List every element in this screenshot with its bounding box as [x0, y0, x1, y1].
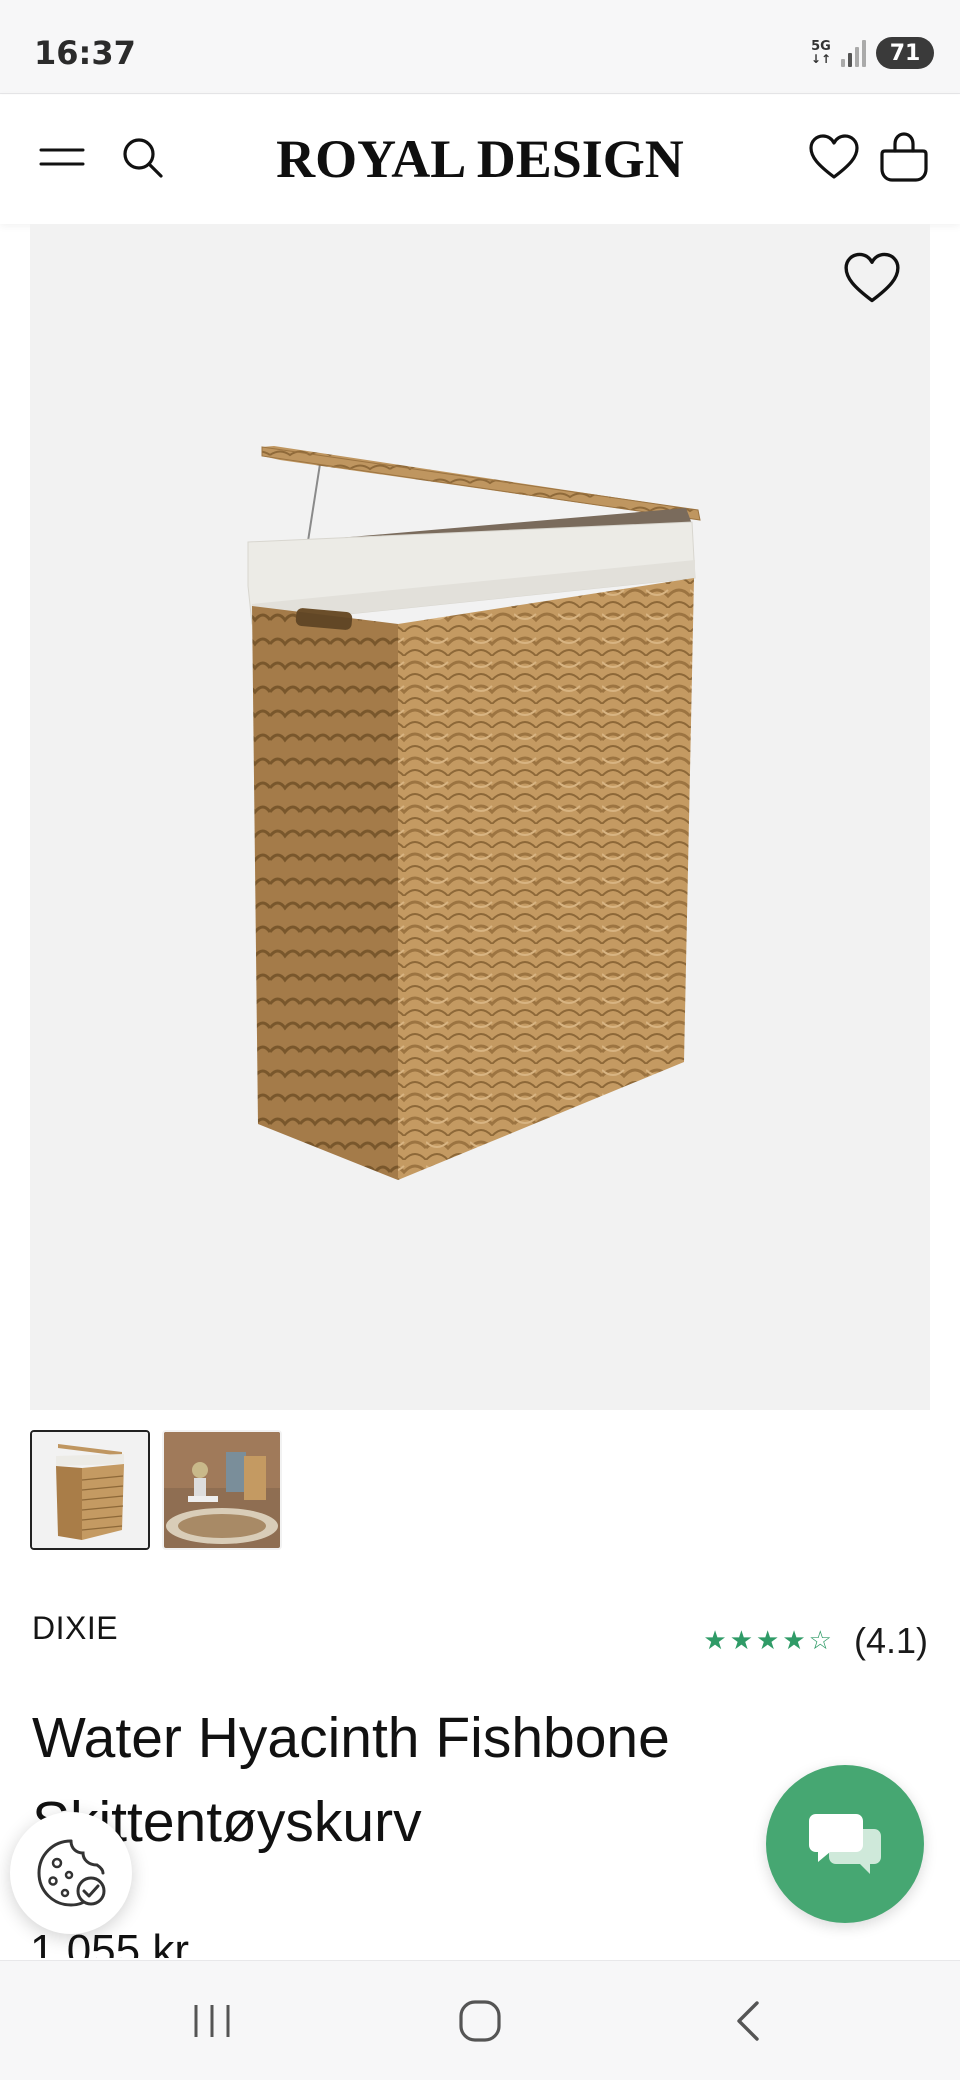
rating-stars: ★ ★ ★ ★ ☆	[703, 1626, 832, 1656]
add-to-wishlist-button[interactable]	[836, 242, 908, 314]
rating-value: (4.1)	[853, 1620, 928, 1661]
network-indicator: 5G ↓↑	[810, 40, 831, 66]
back-icon	[737, 2001, 759, 2041]
star-filled-icon: ★	[729, 1626, 754, 1656]
chat-button[interactable]	[766, 1765, 924, 1923]
site-header: ROYAL DESIGN	[0, 95, 960, 224]
status-icons: 5G ↓↑ 71	[811, 36, 934, 70]
laundry-basket-thumbnail	[32, 1432, 148, 1548]
recent-apps-icon	[194, 2005, 230, 2037]
star-filled-icon: ★	[756, 1626, 780, 1656]
star-filled-icon: ★	[703, 1626, 727, 1656]
network-arrows: ↓↑	[810, 52, 831, 66]
heart-icon	[809, 134, 859, 179]
star-filled-icon: ★	[782, 1626, 806, 1656]
product-image-main[interactable]	[30, 224, 930, 1410]
laundry-basket-image	[247, 446, 701, 1180]
status-time: 16:37	[34, 34, 136, 72]
product-brand[interactable]: DIXIE	[32, 1610, 118, 1647]
bag-icon	[880, 132, 928, 182]
heart-icon	[844, 252, 900, 303]
star-empty-icon: ☆	[808, 1626, 832, 1656]
back-button[interactable]	[700, 1985, 796, 2057]
status-bar: 16:37 5G ↓↑ 71	[0, 0, 960, 94]
cookie-settings-button[interactable]	[10, 1812, 132, 1934]
product-rating[interactable]: ★ ★ ★ ★ ☆ (4.1)	[703, 1620, 928, 1662]
chat-icon	[809, 1814, 881, 1874]
thumbnail-1[interactable]	[30, 1430, 150, 1550]
signal-icon	[841, 39, 866, 67]
thumbnail-2[interactable]	[162, 1430, 282, 1550]
recent-apps-button[interactable]	[164, 1985, 260, 2057]
product-title: Water Hyacinth Fishbone Skittentøyskurv	[32, 1706, 670, 1854]
home-icon	[459, 2000, 501, 2042]
wishlist-button[interactable]	[802, 125, 866, 189]
battery-indicator: 71	[876, 37, 934, 69]
home-button[interactable]	[432, 1985, 528, 2057]
system-nav-bar	[0, 1960, 960, 2080]
cookie-settings-icon	[37, 1839, 106, 1907]
cart-button[interactable]	[872, 125, 936, 189]
thumbnail-strip	[30, 1430, 282, 1550]
room-scene-thumbnail	[164, 1432, 280, 1548]
